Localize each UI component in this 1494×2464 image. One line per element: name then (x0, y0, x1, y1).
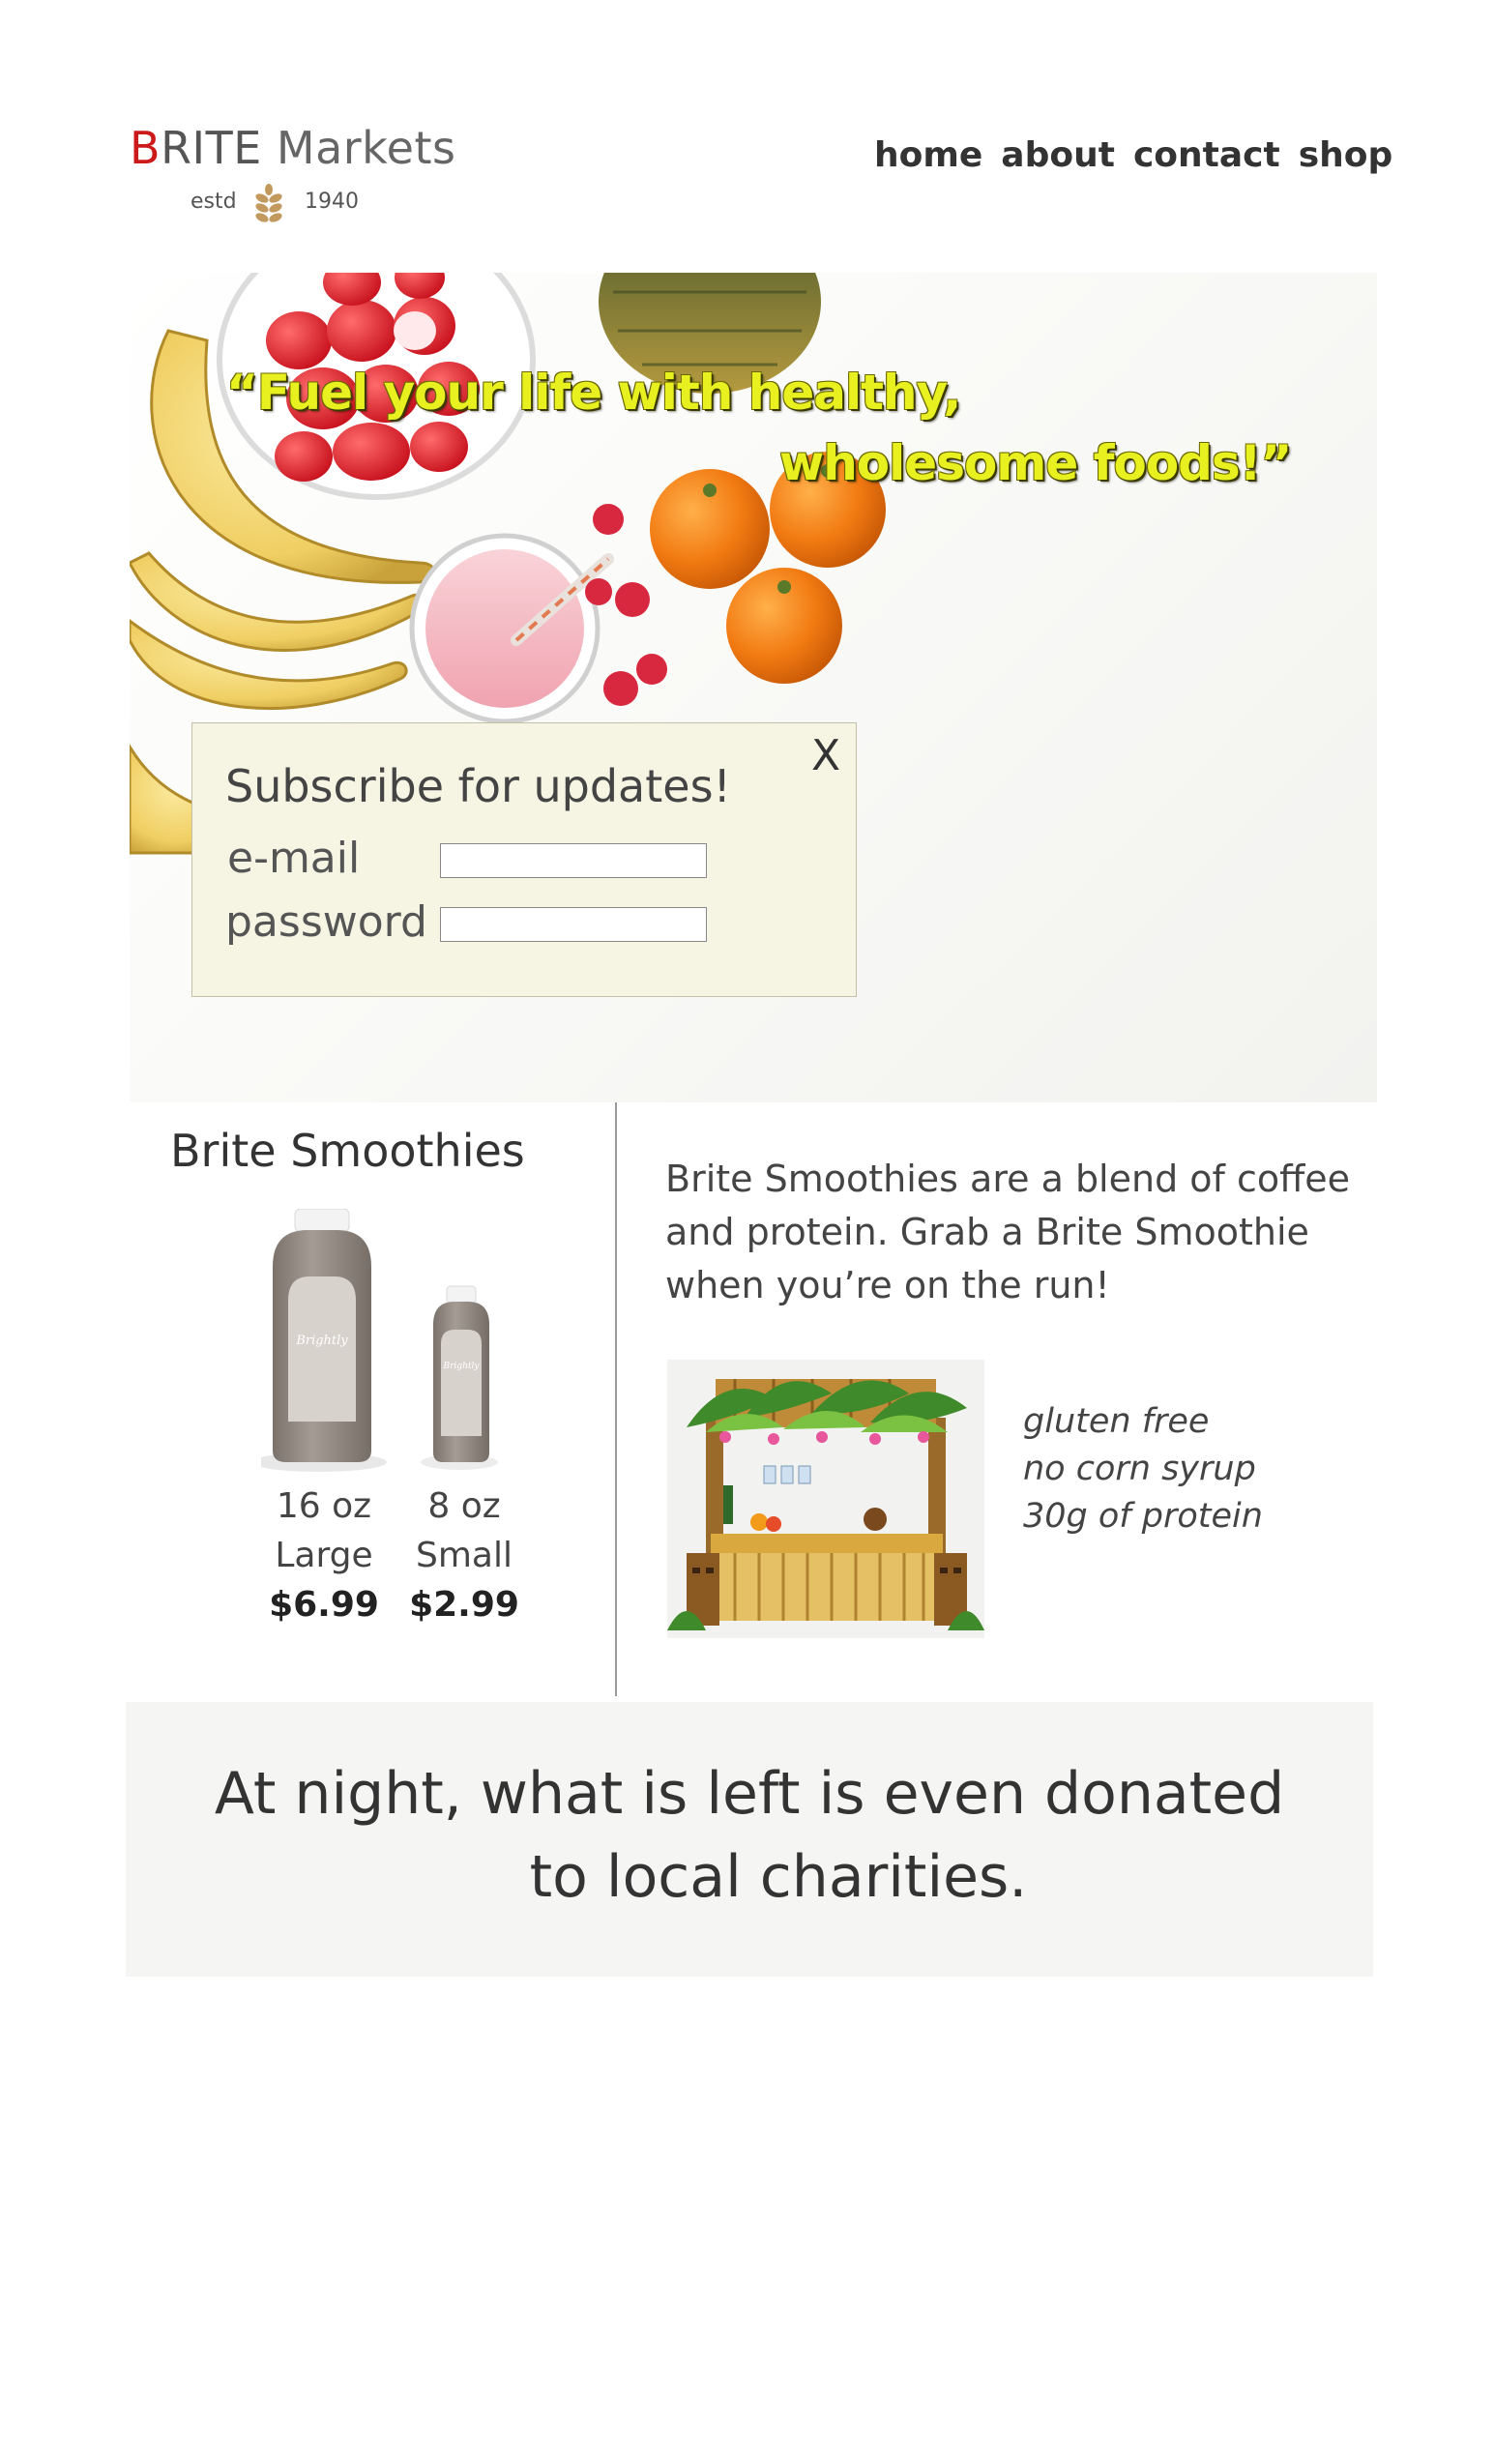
smoothies-description: Brite Smoothies are a blend of coffee an… (665, 1158, 1351, 1306)
hero-banner: “Fuel your life with healthy, wholesome … (130, 273, 1377, 1102)
password-label: password (225, 897, 427, 947)
hero-quote-line-1: “Fuel your life with healthy, (226, 365, 961, 421)
nav-shop[interactable]: shop (1299, 135, 1393, 175)
charity-message: At night, what is left is even donated t… (126, 1752, 1373, 1919)
size-small-price: $2.99 (409, 1585, 519, 1625)
size-large-oz: 16 oz (276, 1486, 372, 1526)
size-large[interactable]: 16 oz Large $6.99 (261, 1481, 387, 1629)
logo-first-letter: B (130, 122, 161, 174)
smoothies-title: Brite Smoothies (170, 1125, 525, 1177)
feature-item: no corn syrup (1023, 1450, 1256, 1488)
main-nav: home about contact shop (874, 135, 1411, 175)
size-large-name: Large (275, 1536, 373, 1575)
close-button[interactable]: X (811, 731, 840, 780)
feature-item: 30g of protein (1023, 1497, 1263, 1536)
email-field[interactable] (440, 843, 707, 878)
charity-line-1: At night, what is left is even donated (214, 1760, 1285, 1828)
nav-about[interactable]: about (1001, 135, 1115, 175)
hero-quote-line-2: wholesome foods!” (779, 435, 1292, 491)
size-small[interactable]: 8 oz Small $2.99 (406, 1481, 522, 1629)
logo-markets-text: Markets (276, 122, 456, 174)
smoothie-stand-image (667, 1360, 984, 1638)
charity-line-2: to local charities. (529, 1843, 1028, 1911)
charity-banner: At night, what is left is even donated t… (126, 1702, 1373, 1977)
wheat-icon (255, 184, 282, 222)
bottle-small-brand: Brightly (443, 1362, 481, 1371)
smoothie-bottles-image: Brightly Brightly (261, 1209, 498, 1472)
email-label: e-mail (227, 834, 361, 883)
section-divider (615, 1102, 617, 1696)
logo-brite-text: RITE (161, 122, 262, 174)
size-large-price: $6.99 (269, 1585, 379, 1625)
feature-item: gluten free (1023, 1402, 1210, 1441)
bottle-large-brand: Brightly (295, 1334, 348, 1348)
brand-logo[interactable]: BRITE Markets (130, 122, 455, 174)
smoothie-features: gluten free no corn syrup 30g of protein (1023, 1398, 1263, 1540)
size-small-oz: 8 oz (427, 1486, 501, 1526)
nav-home[interactable]: home (874, 135, 982, 175)
subscribe-popup: X Subscribe for updates! e-mail password (191, 722, 857, 997)
estd-label: estd (190, 190, 237, 214)
password-field[interactable] (440, 907, 707, 942)
estd-year: 1940 (305, 190, 359, 214)
subscribe-title: Subscribe for updates! (225, 760, 731, 812)
nav-contact[interactable]: contact (1133, 135, 1280, 175)
size-small-name: Small (416, 1536, 513, 1575)
